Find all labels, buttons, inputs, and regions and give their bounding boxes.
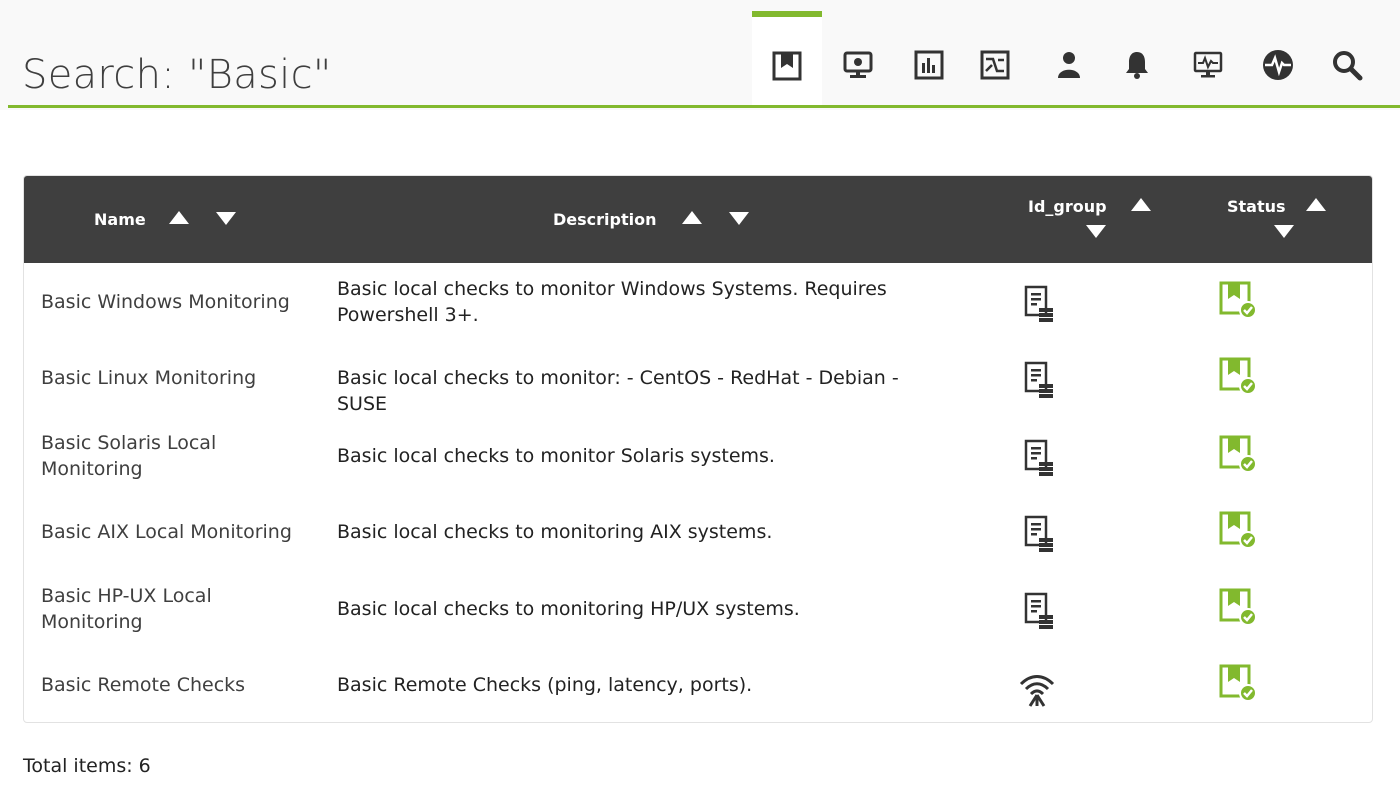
table-row: Basic Linux Monitoring Basic local check… <box>24 340 1372 416</box>
tab-monitors[interactable] <box>1183 40 1233 90</box>
table-row: Basic HP-UX Local Monitoring Basic local… <box>24 569 1372 645</box>
agents-icon <box>843 51 873 78</box>
sort-description-asc-button[interactable] <box>682 211 702 224</box>
header-divider <box>8 105 1400 108</box>
table-row: Basic Solaris Local Monitoring Basic loc… <box>24 416 1372 492</box>
sort-id-group-asc-button[interactable] <box>1131 198 1151 211</box>
page-title: Search: "Basic" <box>22 52 332 98</box>
servers-icon <box>1024 285 1053 322</box>
policy-name-link[interactable]: Basic Remote Checks <box>41 672 316 698</box>
sort-status-asc-button[interactable] <box>1306 198 1326 211</box>
sort-description-desc-button[interactable] <box>729 212 749 225</box>
policy-description: Basic local checks to monitor Solaris sy… <box>337 445 775 467</box>
column-header-description: Description <box>553 210 657 229</box>
search-icon <box>1333 51 1363 81</box>
total-items-count: Total items: 6 <box>23 755 151 777</box>
tab-alerts[interactable] <box>1112 40 1162 90</box>
wifi-icon <box>1019 675 1055 707</box>
policies-icon <box>772 51 802 81</box>
policy-description: Basic local checks to monitor: - CentOS … <box>337 367 899 415</box>
monitors-icon <box>1193 51 1223 78</box>
policy-ok-icon[interactable] <box>1218 356 1258 396</box>
tab-search[interactable] <box>1322 40 1372 90</box>
table-row: Basic Windows Monitoring Basic local che… <box>24 264 1372 340</box>
table-row: Basic Remote Checks Basic Remote Checks … <box>24 646 1372 722</box>
policy-description: Basic local checks to monitoring HP/UX s… <box>337 598 800 620</box>
policy-name-link[interactable]: Basic Solaris Local Monitoring <box>41 430 261 482</box>
policy-ok-icon[interactable] <box>1218 280 1258 320</box>
graphs-icon <box>980 50 1010 80</box>
users-icon <box>1058 52 1080 78</box>
tab-reports[interactable] <box>904 40 954 90</box>
policy-description: Basic Remote Checks (ping, latency, port… <box>337 674 753 696</box>
alerts-icon <box>1126 52 1148 79</box>
policy-ok-icon[interactable] <box>1218 434 1258 474</box>
servers-icon <box>1024 592 1053 629</box>
policy-name-link[interactable]: Basic HP-UX Local Monitoring <box>41 583 261 635</box>
sort-name-desc-button[interactable] <box>216 212 236 225</box>
tab-graphs[interactable] <box>970 40 1020 90</box>
tab-policies[interactable] <box>752 11 822 105</box>
policy-description: Basic local checks to monitoring AIX sys… <box>337 521 773 543</box>
tab-users[interactable] <box>1044 40 1094 90</box>
tab-agents[interactable] <box>833 40 883 90</box>
modules-icon <box>1263 50 1293 80</box>
servers-icon <box>1024 439 1053 476</box>
policy-description: Basic local checks to monitor Windows Sy… <box>337 278 887 326</box>
sort-name-asc-button[interactable] <box>169 211 189 224</box>
policies-table: Name Description Id_group Status Basic W… <box>23 175 1373 723</box>
column-header-id-group: Id_group <box>1028 197 1107 216</box>
page-header: Search: "Basic" <box>0 0 1400 110</box>
policy-name-link[interactable]: Basic Linux Monitoring <box>41 365 316 391</box>
column-header-name: Name <box>94 210 146 229</box>
reports-icon <box>914 50 944 80</box>
tab-modules[interactable] <box>1253 40 1303 90</box>
table-header: Name Description Id_group Status <box>24 176 1372 263</box>
sort-id-group-desc-button[interactable] <box>1086 225 1106 238</box>
column-header-status: Status <box>1227 197 1286 216</box>
table-row: Basic AIX Local Monitoring Basic local c… <box>24 493 1372 569</box>
policy-name-link[interactable]: Basic AIX Local Monitoring <box>41 519 316 545</box>
policy-name-link[interactable]: Basic Windows Monitoring <box>41 289 316 315</box>
policy-ok-icon[interactable] <box>1218 510 1258 550</box>
policy-ok-icon[interactable] <box>1218 587 1258 627</box>
servers-icon <box>1024 361 1053 398</box>
sort-status-desc-button[interactable] <box>1274 225 1294 238</box>
policy-ok-icon[interactable] <box>1218 663 1258 703</box>
servers-icon <box>1024 515 1053 552</box>
